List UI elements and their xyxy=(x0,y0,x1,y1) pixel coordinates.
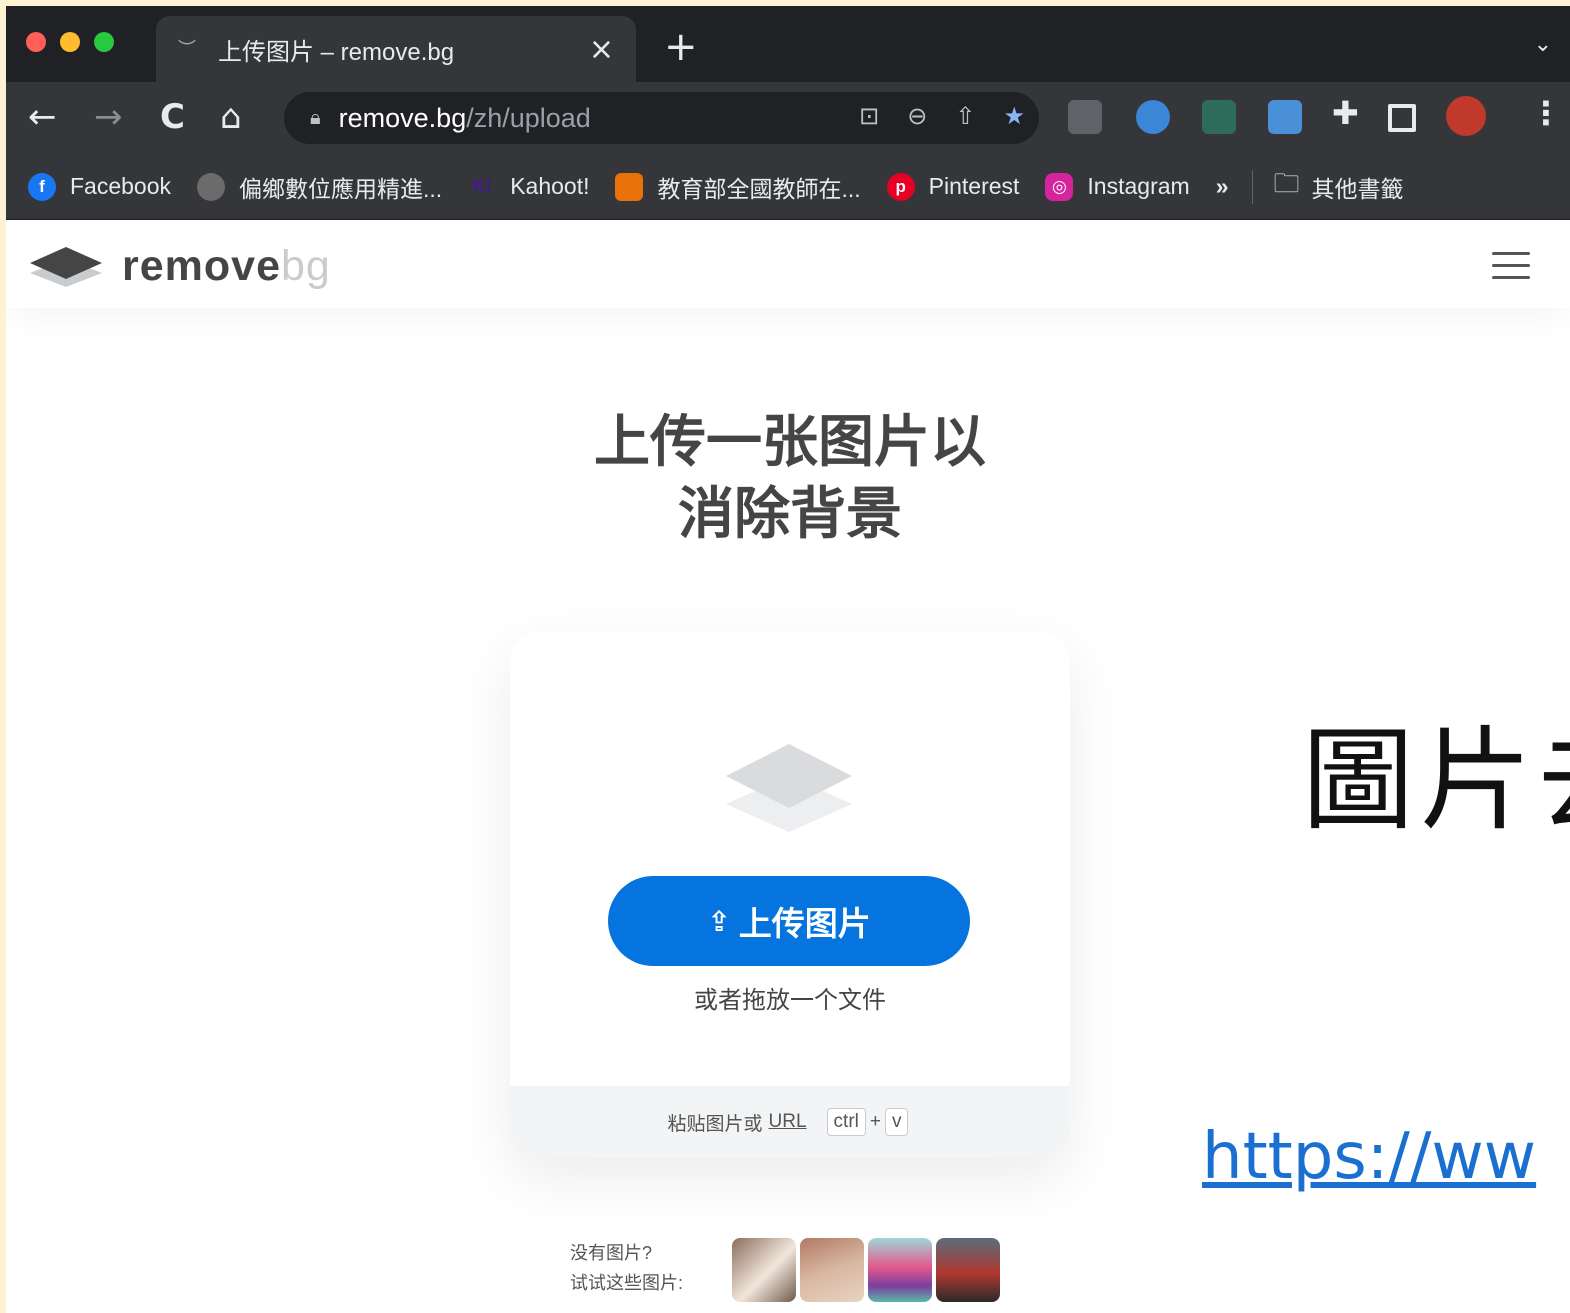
side-panel-icon[interactable] xyxy=(1388,104,1416,132)
google-translate-extension-icon[interactable] xyxy=(1268,100,1302,134)
bookmark-label: Pinterest xyxy=(928,173,1020,199)
page-title: 上传一张图片以 消除背景 xyxy=(490,406,1090,550)
sample-prompt-line1: 没有图片? xyxy=(570,1243,653,1263)
sample-images-prompt: 没有图片? 试试这些图片: xyxy=(570,1238,683,1298)
bookmark-label: Kahoot! xyxy=(510,173,590,199)
bookmarks-overflow-button[interactable]: » xyxy=(1216,173,1229,200)
moe-icon xyxy=(615,172,644,201)
chrome-extension-icon[interactable] xyxy=(1136,100,1170,134)
other-bookmarks-label: 其他書籤 xyxy=(1311,175,1404,202)
tab-strip: ︶ 上传图片 – remove.bg × + ⌄ xyxy=(6,6,1570,82)
address-bar[interactable]: 🔒︎ remove.bg/zh/upload ⊡ ⊖ ⇧ ★ xyxy=(284,92,1039,144)
key-plus: + xyxy=(869,1111,881,1132)
sample-image-car[interactable] xyxy=(936,1238,1000,1302)
hamburger-menu-icon[interactable] xyxy=(1492,252,1530,288)
address-bar-actions: ⊡ ⊖ ⇧ ★ xyxy=(859,102,1025,130)
upload-icon: ⇪ xyxy=(707,904,731,938)
sample-image-woman[interactable] xyxy=(732,1238,796,1302)
bookmark-facebook[interactable]: f Facebook xyxy=(28,172,172,201)
site-header: removebg xyxy=(6,220,1570,308)
robot-icon xyxy=(197,172,226,201)
bookmark-label: 偏鄉數位應用精進... xyxy=(239,175,443,202)
browser-toolbar: ← → C ⌂ 🔒︎ remove.bg/zh/upload ⊡ ⊖ ⇧ ★ ✚… xyxy=(6,82,1570,154)
tab-title: 上传图片 – remove.bg xyxy=(218,38,455,66)
bookmark-star-icon[interactable]: ★ xyxy=(1003,102,1025,130)
forward-button[interactable]: → xyxy=(94,94,123,140)
bookmarks-divider xyxy=(1252,169,1254,204)
page-title-line1: 上传一张图片以 xyxy=(594,410,986,473)
kahoot-icon: K! xyxy=(472,176,492,196)
pinterest-icon: p xyxy=(886,172,915,201)
reload-button[interactable]: C xyxy=(160,94,185,140)
paste-hint-text: 粘贴图片或 xyxy=(667,1113,763,1135)
bookmark-instagram[interactable]: ◎ Instagram xyxy=(1045,172,1190,201)
ctrl-key: ctrl xyxy=(826,1108,866,1136)
lock-icon: 🔒︎ xyxy=(310,106,321,129)
layers-placeholder-icon xyxy=(726,744,852,832)
bookmark-label: Instagram xyxy=(1087,173,1190,199)
removebg-logo[interactable]: removebg xyxy=(28,242,331,291)
screen-capture-extension-icon[interactable] xyxy=(1202,100,1236,134)
overlay-link[interactable]: https://ww xyxy=(1202,1120,1536,1194)
zoom-icon[interactable]: ⊖ xyxy=(907,102,927,130)
tab-search-chevron-icon[interactable]: ⌄ xyxy=(1534,32,1552,57)
paste-hint-bar: 粘贴图片或 URL ctrl + v xyxy=(510,1086,1070,1158)
sample-prompt-line2: 试试这些图片: xyxy=(570,1273,684,1293)
new-tab-button[interactable]: + xyxy=(664,24,698,70)
bookmark-pinterest[interactable]: p Pinterest xyxy=(886,172,1020,201)
paste-url-link[interactable]: URL xyxy=(769,1111,807,1133)
minimize-window-button[interactable] xyxy=(60,32,80,52)
browser-menu-icon[interactable]: ⋮ xyxy=(1530,94,1562,132)
home-button[interactable]: ⌂ xyxy=(220,94,242,140)
address-host: remove.bg xyxy=(338,102,467,133)
layers-icon: ︶ xyxy=(178,39,196,59)
page-title-line2: 消除背景 xyxy=(678,482,902,545)
window-controls xyxy=(26,32,114,52)
bookmark-kahoot[interactable]: K! Kahoot! xyxy=(468,173,590,201)
upload-button-label: 上传图片 xyxy=(738,905,871,942)
logo-wordmark: removebg xyxy=(122,242,331,290)
facebook-icon: f xyxy=(28,172,56,201)
translate-icon[interactable]: ⊡ xyxy=(859,102,879,130)
profile-avatar[interactable] xyxy=(1446,96,1486,136)
ad-block-extension-icon[interactable] xyxy=(1068,100,1102,134)
overlay-title: 圖片去 xyxy=(1302,716,1570,846)
bookmark-moe-teacher[interactable]: 教育部全國教師在... xyxy=(615,170,861,204)
sample-images xyxy=(732,1238,1000,1302)
instagram-icon: ◎ xyxy=(1045,172,1074,201)
bookmarks-bar: f Facebook 偏鄉數位應用精進... K! Kahoot! 教育部全國教… xyxy=(6,154,1570,220)
active-tab[interactable]: ︶ 上传图片 – remove.bg × xyxy=(156,16,636,82)
upload-image-button[interactable]: ⇪ 上传图片 xyxy=(608,876,970,966)
folder-icon: 🗀 xyxy=(1273,168,1300,199)
share-icon[interactable]: ⇧ xyxy=(955,102,975,130)
bookmark-rural-digital[interactable]: 偏鄉數位應用精進... xyxy=(197,170,442,204)
browser-window: ︶ 上传图片 – remove.bg × + ⌄ ← → C ⌂ 🔒︎ remo… xyxy=(6,6,1570,1313)
sample-image-dog[interactable] xyxy=(800,1238,864,1302)
back-button[interactable]: ← xyxy=(28,94,57,140)
sample-image-dessert[interactable] xyxy=(868,1238,932,1302)
tab-close-button[interactable]: × xyxy=(589,32,614,67)
close-window-button[interactable] xyxy=(26,32,46,52)
maximize-window-button[interactable] xyxy=(94,32,114,52)
bookmark-label: Facebook xyxy=(70,173,172,199)
upload-card[interactable]: ⇪ 上传图片 或者拖放一个文件 粘贴图片或 URL ctrl + v xyxy=(510,632,1070,1158)
bookmark-label: 教育部全國教師在... xyxy=(657,175,861,202)
address-path: /zh/upload xyxy=(466,102,591,133)
v-key: v xyxy=(884,1108,909,1136)
drop-file-hint: 或者拖放一个文件 xyxy=(694,987,886,1014)
other-bookmarks-folder[interactable]: 🗀 其他書籤 xyxy=(1273,165,1403,209)
puzzle-icon[interactable]: ✚ xyxy=(1332,94,1359,132)
layers-logo-icon xyxy=(30,246,102,287)
